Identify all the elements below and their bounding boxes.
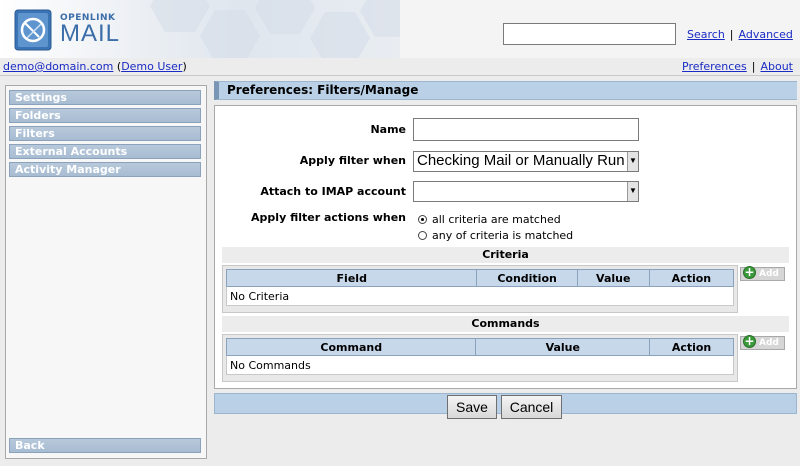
sidebar-item-activity-manager[interactable]: Activity Manager xyxy=(9,162,201,177)
apply-when-select[interactable]: Checking Mail or Manually Run ▼ xyxy=(413,151,639,172)
name-label: Name xyxy=(370,123,406,136)
separator: | xyxy=(729,28,734,41)
envelope-logo-icon xyxy=(14,9,52,51)
add-criteria-button[interactable]: + Add xyxy=(740,265,785,281)
save-button[interactable]: Save xyxy=(447,395,497,419)
page-title: Preferences: Filters/Manage xyxy=(214,81,797,100)
criteria-table-box: Field Condition Value Action No Criteria xyxy=(222,265,738,313)
header: OPENLINK MAIL Search | Advanced xyxy=(0,0,800,58)
radio-all-criteria[interactable]: all criteria are matched xyxy=(418,213,561,226)
name-field[interactable] xyxy=(413,118,639,141)
radio-button[interactable] xyxy=(418,231,427,240)
preferences-link[interactable]: Preferences xyxy=(682,60,747,73)
separator: | xyxy=(751,60,756,73)
criteria-table: Field Condition Value Action No Criteria xyxy=(225,269,735,306)
back-button[interactable]: Back xyxy=(9,438,201,453)
sidebar-item-filters[interactable]: Filters xyxy=(9,126,201,141)
actions-when-label: Apply filter actions when xyxy=(251,211,406,224)
header-links: Search | Advanced xyxy=(687,28,793,41)
search-input[interactable] xyxy=(503,23,676,45)
commands-table-box: Command Value Action No Commands xyxy=(222,334,738,382)
plus-icon: + xyxy=(743,265,756,279)
chevron-down-icon: ▼ xyxy=(627,182,638,201)
column-header: Condition xyxy=(476,269,578,287)
sidebar-item-external-accounts[interactable]: External Accounts xyxy=(9,144,201,159)
cancel-button[interactable]: Cancel xyxy=(501,395,562,419)
about-link[interactable]: About xyxy=(760,60,793,73)
imap-account-select[interactable]: ▼ xyxy=(413,181,639,202)
empty-row: No Criteria xyxy=(226,286,734,306)
sidebar: Settings Folders Filters External Accoun… xyxy=(5,85,207,459)
user-bar: demo@domain.com (Demo User) Preferences |… xyxy=(0,58,800,76)
radio-any-criteria[interactable]: any of criteria is matched xyxy=(418,229,573,242)
commands-table: Command Value Action No Commands xyxy=(225,338,734,375)
user-info: demo@domain.com (Demo User) xyxy=(3,60,187,73)
filter-form: Name Apply filter when Checking Mail or … xyxy=(214,105,797,389)
advanced-search-link[interactable]: Advanced xyxy=(739,28,793,41)
top-nav-links: Preferences | About xyxy=(682,60,793,73)
criteria-heading: Criteria xyxy=(222,247,789,263)
add-command-button[interactable]: + Add xyxy=(740,334,785,350)
apply-when-value: Checking Mail or Manually Run xyxy=(417,152,625,169)
commands-heading: Commands xyxy=(222,316,789,332)
imap-label: Attach to IMAP account xyxy=(260,185,406,198)
chevron-down-icon: ▼ xyxy=(627,152,638,171)
column-header: Value xyxy=(576,269,650,287)
search-link[interactable]: Search xyxy=(687,28,725,41)
radio-button[interactable] xyxy=(418,215,427,224)
logo-banner: OPENLINK MAIL xyxy=(0,0,400,58)
column-header: Field xyxy=(225,269,478,287)
column-header: Action xyxy=(649,338,734,356)
plus-icon: + xyxy=(743,334,756,348)
column-header: Command xyxy=(225,338,477,356)
empty-row: No Commands xyxy=(226,355,734,375)
column-header: Value xyxy=(475,338,651,356)
user-email-link[interactable]: demo@domain.com xyxy=(3,60,113,73)
column-header: Action xyxy=(648,269,735,287)
sidebar-item-settings[interactable]: Settings xyxy=(9,90,201,105)
apply-when-label: Apply filter when xyxy=(299,154,406,167)
main-panel: Preferences: Filters/Manage Name Apply f… xyxy=(214,81,797,460)
sidebar-item-folders[interactable]: Folders xyxy=(9,108,201,123)
user-name-link[interactable]: Demo User xyxy=(121,60,182,73)
logo-text-mail: MAIL xyxy=(60,20,121,47)
